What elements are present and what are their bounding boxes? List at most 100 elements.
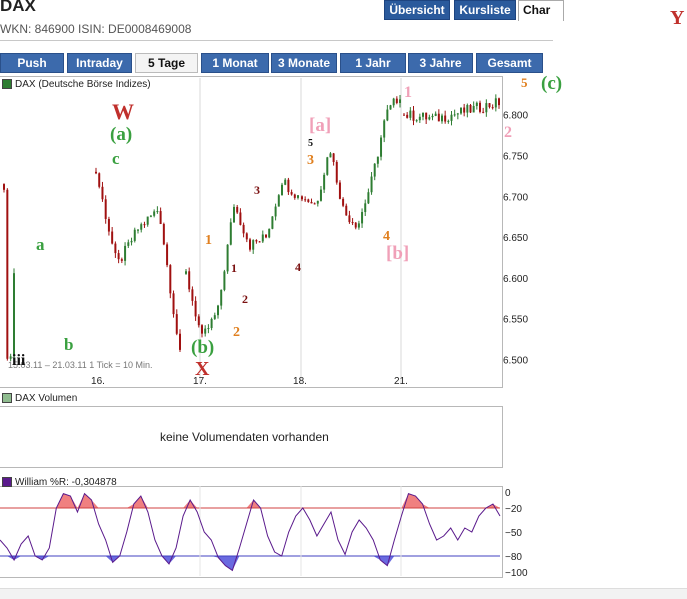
williams-y-tick-label: −20 <box>505 504 522 515</box>
wave-label: [b] <box>386 243 410 264</box>
price-candle <box>392 98 395 106</box>
price-candle <box>252 240 255 250</box>
price-y-tick-label: 6.550 <box>503 315 528 326</box>
price-candle <box>304 199 307 201</box>
price-candle <box>249 239 251 250</box>
price-candle <box>406 114 409 118</box>
price-candle <box>217 305 219 316</box>
price-candle <box>213 315 216 319</box>
price-candle <box>437 113 440 122</box>
price-candle <box>258 241 261 243</box>
wave-label: (b) <box>191 337 215 358</box>
price-candle <box>293 194 296 198</box>
price-candle <box>284 179 287 185</box>
price-candle <box>137 229 139 231</box>
wave-label: 2 <box>504 124 512 141</box>
price-candle <box>498 98 500 106</box>
wave-label: b <box>64 335 74 354</box>
price-candle <box>114 243 117 254</box>
price-candle <box>373 163 376 177</box>
williams-y-tick-label: −80 <box>505 552 522 563</box>
wave-label: W <box>112 99 134 124</box>
price-candle <box>469 104 472 113</box>
price-candle <box>460 107 462 114</box>
price-candle <box>425 112 428 120</box>
price-candle <box>310 201 313 204</box>
price-candle <box>201 325 203 334</box>
price-candle <box>345 205 348 216</box>
price-candle <box>223 271 226 290</box>
price-candle <box>383 120 386 138</box>
price-candle <box>354 222 357 228</box>
price-candle <box>357 223 360 228</box>
price-candle <box>348 215 351 223</box>
price-candle <box>307 199 310 202</box>
price-candle <box>367 192 370 204</box>
price-candle <box>447 120 450 122</box>
williams-y-tick-label: 0 <box>505 488 511 499</box>
price-candle <box>450 114 453 121</box>
wave-label: X <box>195 358 210 380</box>
wave-label: 3 <box>307 153 314 168</box>
price-candle <box>290 192 293 195</box>
price-candle <box>268 228 271 238</box>
price-candle <box>428 117 431 120</box>
williams-y-tick-label: −50 <box>505 528 522 539</box>
price-candle <box>162 224 165 245</box>
price-candle <box>111 231 114 244</box>
price-candle <box>271 216 274 229</box>
price-candle <box>153 211 156 216</box>
price-candle <box>453 114 456 116</box>
price-candle <box>179 333 181 350</box>
price-candle <box>98 173 101 187</box>
price-candle <box>245 233 248 240</box>
price-candle <box>242 224 245 234</box>
price-candle <box>463 107 466 113</box>
price-y-tick-label: 6.750 <box>503 152 528 163</box>
wave-label: (a) <box>110 124 133 145</box>
price-candle <box>370 176 373 193</box>
price-candle <box>313 203 316 205</box>
wave-label: 3 <box>254 183 260 197</box>
wave-label: c <box>112 149 120 168</box>
wave-label: 2 <box>242 292 248 306</box>
price-candle <box>466 104 469 113</box>
price-candle <box>376 156 379 164</box>
price-candle <box>239 212 242 225</box>
price-candle <box>364 203 367 213</box>
price-candle <box>194 300 197 317</box>
price-candle <box>361 212 364 224</box>
price-candle <box>277 195 280 207</box>
wave-label: 5 <box>521 75 528 90</box>
price-candle <box>488 103 491 108</box>
price-candle <box>281 184 283 196</box>
price-candle <box>229 222 232 245</box>
price-candle <box>335 162 338 183</box>
price-candle <box>472 106 475 113</box>
price-y-tick-label: 6.600 <box>503 274 528 285</box>
price-candle <box>130 240 133 243</box>
price-candle <box>389 105 392 110</box>
price-candle <box>175 314 178 334</box>
price-candle <box>104 199 107 219</box>
chart-canvas: 6.5006.5506.6006.6506.7006.7506.80016. 17… <box>0 78 528 579</box>
wave-label: 1 <box>404 84 412 101</box>
wave-label: Y <box>670 7 685 29</box>
price-candle <box>95 171 97 174</box>
price-candle <box>127 242 130 246</box>
price-candle <box>422 112 424 117</box>
price-candle <box>434 113 437 116</box>
price-candle <box>319 189 322 201</box>
price-x-tick-label: 16. <box>91 376 105 387</box>
price-y-tick-label: 6.500 <box>503 356 528 367</box>
wave-label: 5 <box>308 138 313 149</box>
price-candle <box>482 111 485 113</box>
price-candle <box>386 109 389 121</box>
price-candle <box>399 99 401 103</box>
price-candle <box>338 182 341 199</box>
price-candle <box>351 222 354 224</box>
price-x-tick-label: 21. <box>394 376 408 387</box>
price-candle <box>316 200 319 204</box>
price-candle <box>117 253 120 260</box>
price-candle <box>441 115 443 122</box>
